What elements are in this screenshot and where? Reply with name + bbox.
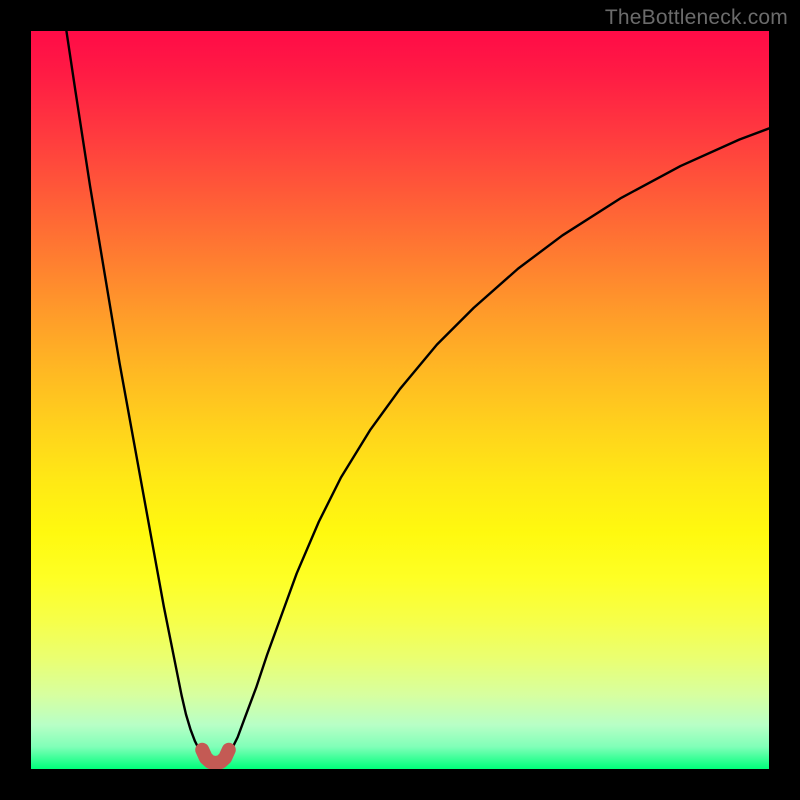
curve-layer bbox=[31, 31, 769, 769]
plot-area bbox=[31, 31, 769, 769]
watermark-text: TheBottleneck.com bbox=[605, 6, 788, 30]
curve-left-branch bbox=[66, 31, 205, 758]
chart-stage: TheBottleneck.com bbox=[0, 0, 800, 800]
curve-right-branch bbox=[225, 128, 769, 758]
min-marker bbox=[202, 750, 229, 763]
